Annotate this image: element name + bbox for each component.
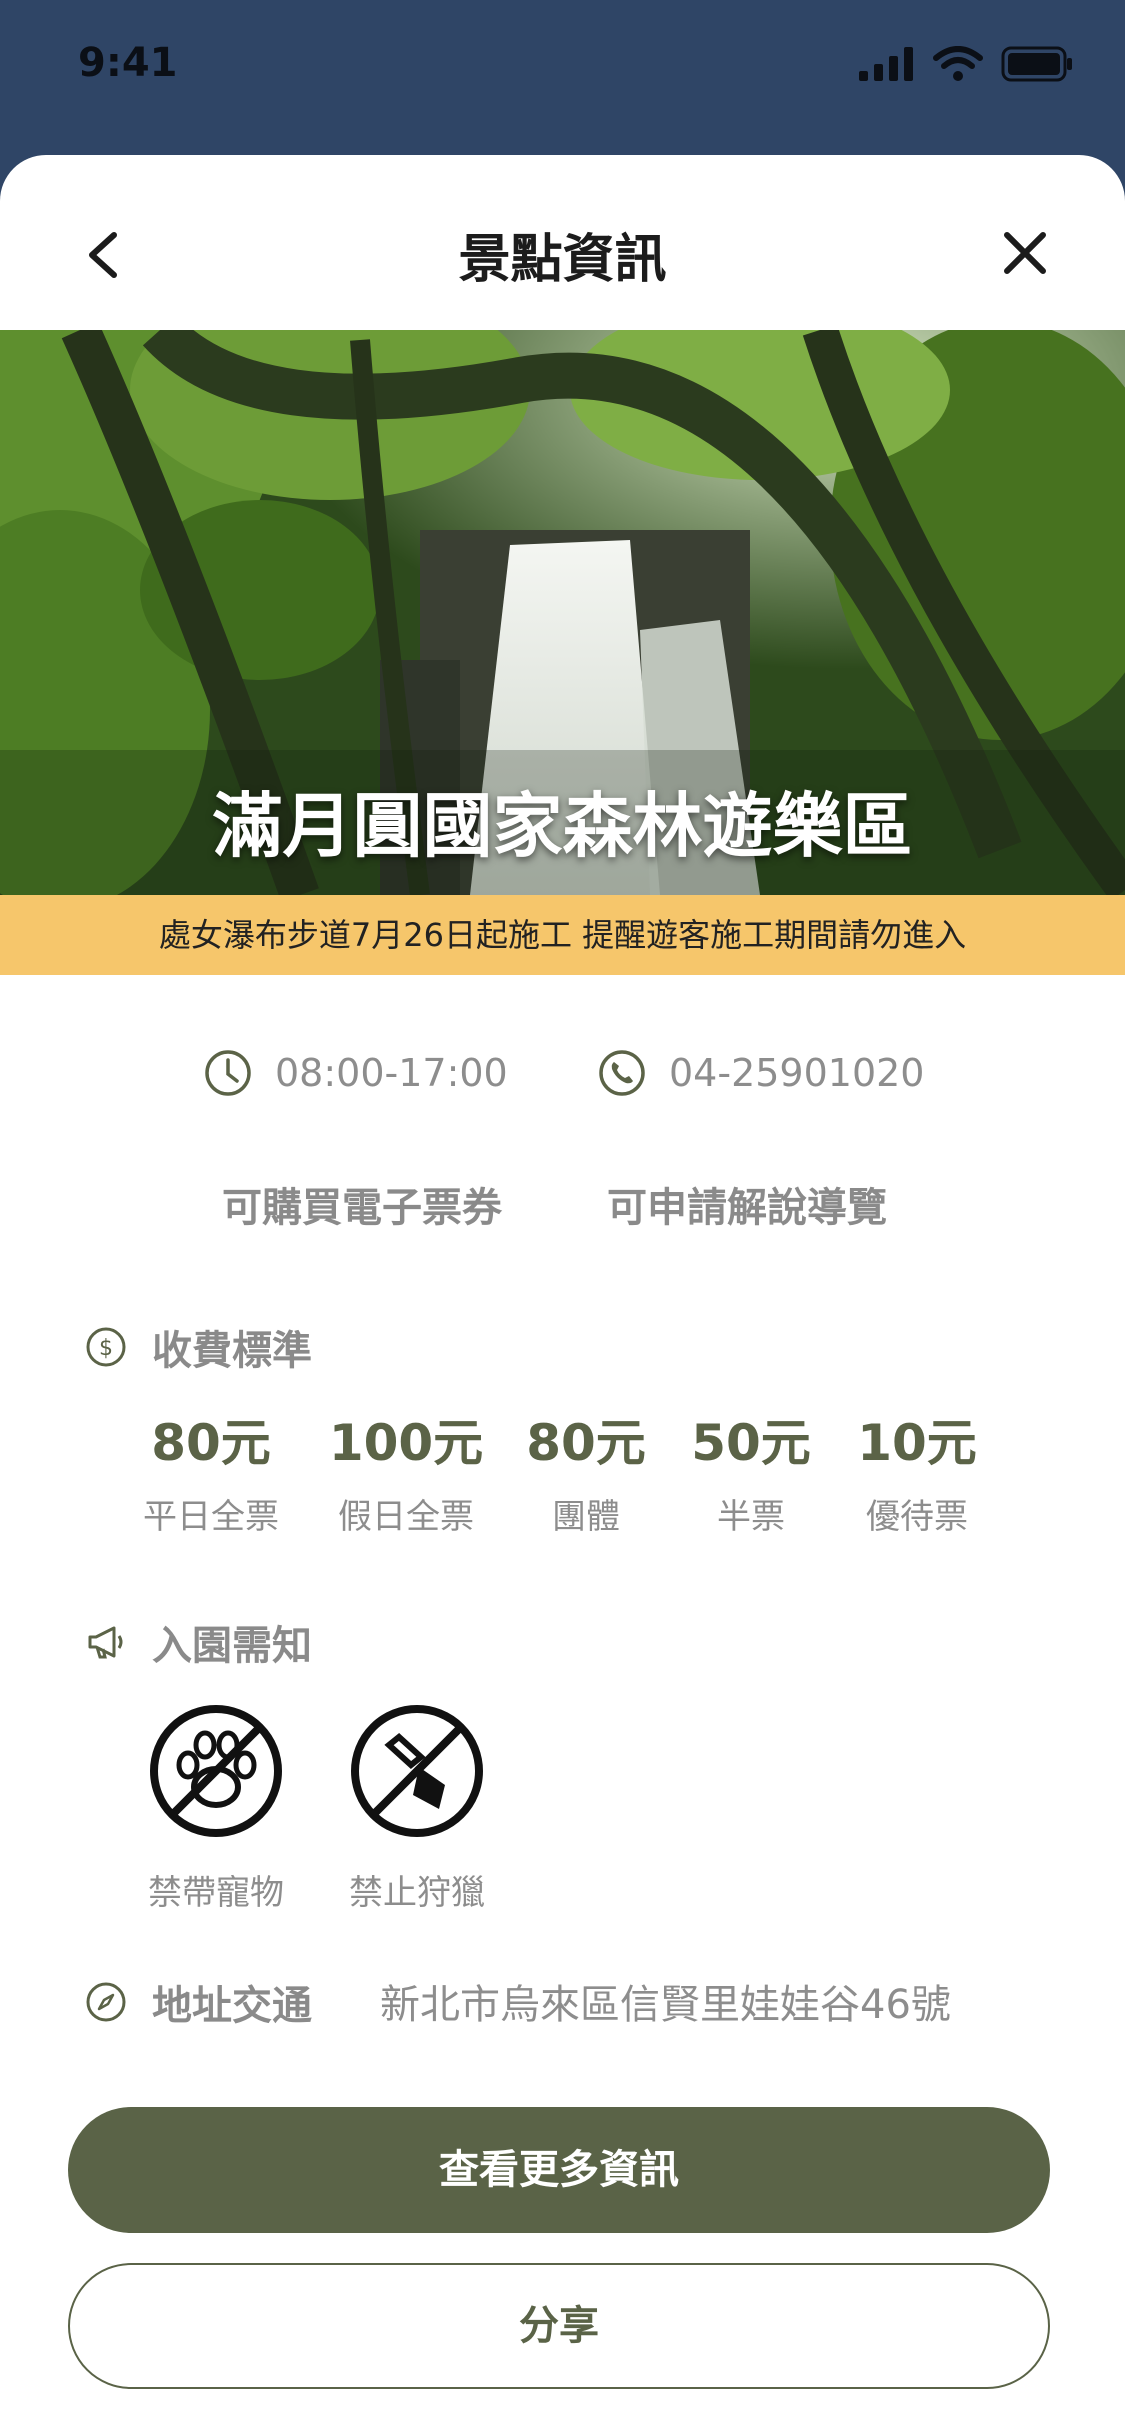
dollar-icon: $ <box>86 1327 126 1367</box>
fee-item: 100元 假日全票 <box>311 1403 501 1538</box>
fee-label: 假日全票 <box>338 1497 474 1537</box>
fee-item: 80元 平日全票 <box>116 1403 306 1538</box>
fee-label: 平日全票 <box>143 1497 279 1537</box>
phone-number[interactable]: 04-25901020 <box>597 1048 924 1098</box>
rule-no-pets: 禁帶寵物 <box>131 1703 301 1914</box>
fee-label: 優待票 <box>866 1497 968 1537</box>
address-label: 地址交通 <box>152 1983 312 2029</box>
no-hunting-icon <box>351 1705 483 1837</box>
feature-guided-tour: 可申請解說導覽 <box>607 1185 887 1231</box>
rule-label: 禁止狩獵 <box>349 1873 485 1913</box>
megaphone-icon <box>88 1626 123 1659</box>
signal-icon <box>859 47 913 81</box>
no-pets-icon <box>150 1705 282 1837</box>
fee-item: 50元 半票 <box>656 1403 846 1538</box>
status-bar: 9:41 <box>0 0 1125 150</box>
compass-icon <box>86 1982 126 2022</box>
hours-text: 08:00-17:00 <box>275 1051 508 1095</box>
fee-price: 80元 <box>526 1414 646 1472</box>
info-row: 08:00-17:00 04-25901020 <box>0 1048 1125 1108</box>
address-value[interactable]: 新北市烏來區信賢里娃娃谷46號 <box>380 1972 951 2030</box>
fee-item: 80元 團體 <box>491 1403 681 1538</box>
fee-item: 10元 優待票 <box>822 1403 1012 1538</box>
svg-text:$: $ <box>99 1336 113 1361</box>
phone-text: 04-25901020 <box>669 1051 925 1095</box>
close-button[interactable] <box>995 223 1055 283</box>
construction-notice: 處女瀑布步道7月26日起施工 提醒遊客施工期間請勿進入 <box>0 895 1125 975</box>
more-info-button[interactable]: 查看更多資訊 <box>68 2107 1050 2233</box>
page-title: 景點資訊 <box>458 230 667 290</box>
phone-icon <box>599 1050 645 1096</box>
rules-section-title: 入園需知 <box>152 1623 312 1669</box>
hero-image: 滿月圓國家森林遊樂區 <box>0 330 1125 895</box>
fee-price: 80元 <box>151 1414 271 1472</box>
fee-price: 100元 <box>328 1414 484 1472</box>
close-icon <box>1004 232 1046 274</box>
battery-icon <box>1001 46 1072 82</box>
feature-e-ticket: 可購買電子票券 <box>222 1185 502 1231</box>
fee-label: 團體 <box>552 1497 620 1537</box>
status-time: 9:41 <box>78 40 178 86</box>
clock-icon <box>205 1050 251 1096</box>
share-button[interactable]: 分享 <box>68 2263 1050 2389</box>
fee-section-title: 收費標準 <box>152 1328 312 1374</box>
fee-price: 50元 <box>691 1414 811 1472</box>
rule-label: 禁帶寵物 <box>148 1873 284 1913</box>
address-section-header: 地址交通 <box>84 1973 312 2031</box>
status-icons <box>859 46 1073 82</box>
attraction-name: 滿月圓國家森林遊樂區 <box>212 785 913 867</box>
rule-no-hunting: 禁止狩獵 <box>332 1703 502 1914</box>
fee-price: 10元 <box>857 1414 977 1472</box>
attraction-sheet: 景點資訊 滿月圓國家森林遊樂區 處女瀑布步道7月26日起施工 提醒遊客施工期間請… <box>0 155 1125 2436</box>
fee-section-header: $ 收費標準 <box>84 1318 312 1376</box>
opening-hours: 08:00-17:00 <box>203 1048 508 1098</box>
fee-label: 半票 <box>717 1497 785 1537</box>
rules-section-header: 入園需知 <box>84 1613 312 1671</box>
wifi-icon <box>933 46 983 81</box>
